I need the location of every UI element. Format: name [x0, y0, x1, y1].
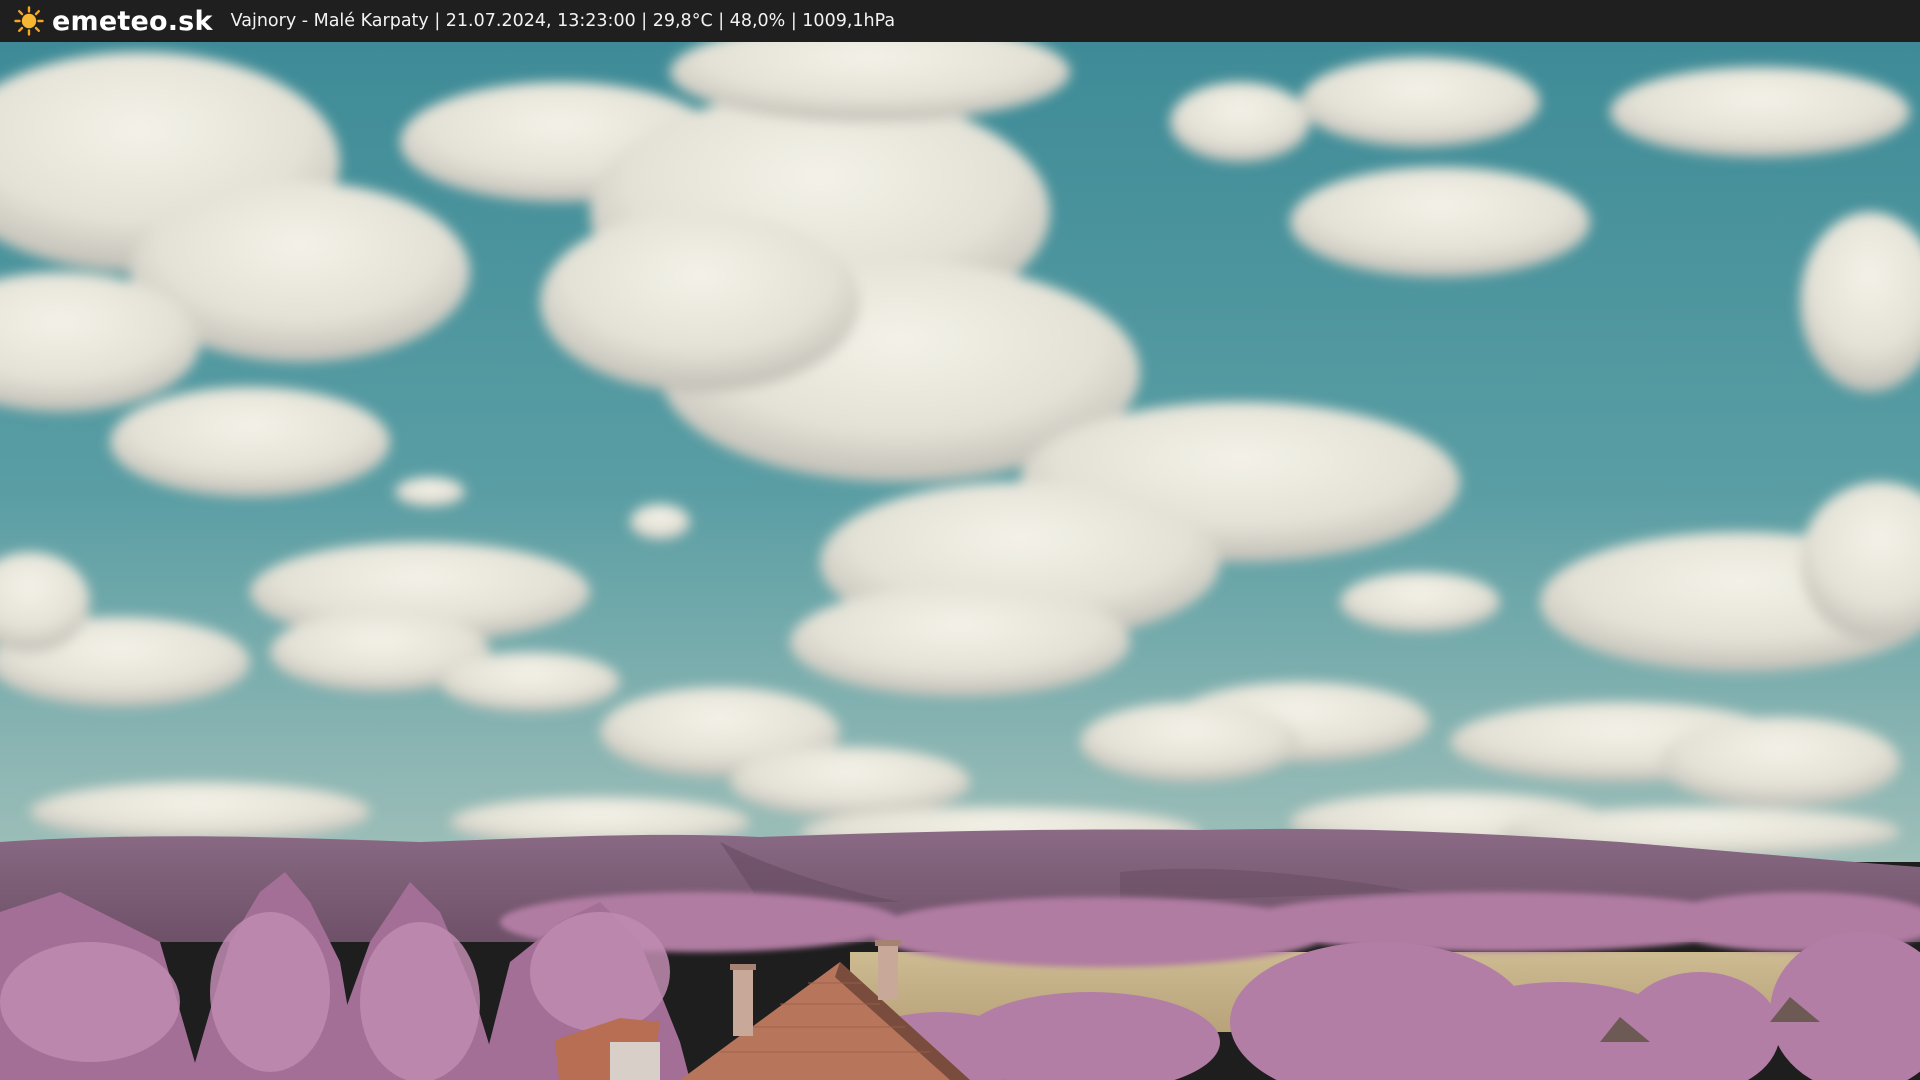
top-caption-bar: emeteo.sk Vajnory - Malé Karpaty | 21.07…: [0, 0, 1920, 42]
webcam-caption: Vajnory - Malé Karpaty | 21.07.2024, 13:…: [230, 11, 896, 31]
webcam-image: [0, 42, 1920, 1080]
sun-icon: [14, 6, 44, 36]
site-logo-text[interactable]: emeteo.sk: [52, 6, 213, 37]
